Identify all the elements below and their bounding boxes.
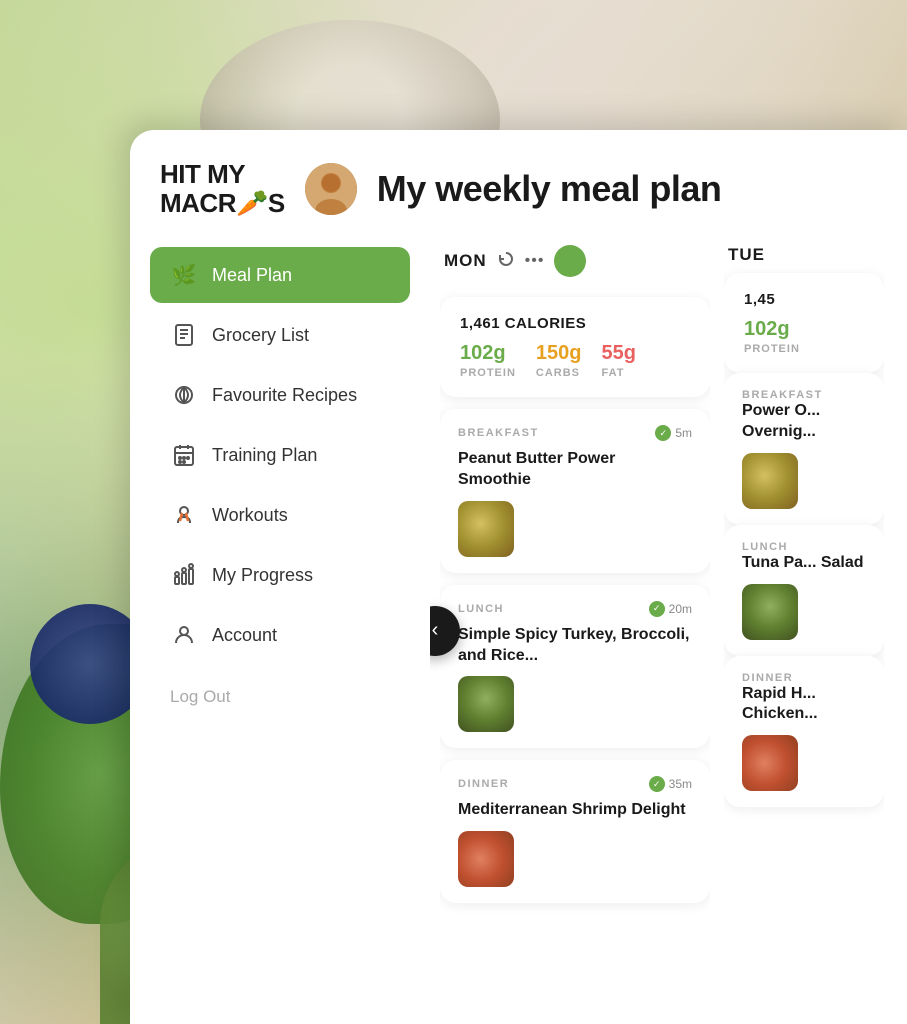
meal-type-dinner: DINNER	[458, 778, 509, 790]
partial-dinner-thumb	[742, 735, 798, 791]
sidebar-item-meal-plan[interactable]: 🌿 Meal Plan	[150, 247, 410, 303]
meal-card-lunch-mon[interactable]: LUNCH ✓ 20m Simple Spicy Turkey, Broccol…	[440, 585, 710, 749]
meal-type-lunch: LUNCH	[458, 603, 504, 615]
meal-name-lunch: Simple Spicy Turkey, Broccoli, and Rice.…	[458, 625, 692, 667]
sidebar-item-my-progress[interactable]: My Progress	[150, 547, 410, 603]
fat-value: 55g	[602, 342, 636, 365]
clock-icon: ✓	[655, 425, 671, 441]
sidebar-item-training-plan[interactable]: Training Plan	[150, 427, 410, 483]
sidebar-item-favourite-recipes[interactable]: Favourite Recipes	[150, 367, 410, 423]
protein-label: PROTEIN	[460, 367, 516, 379]
day-header-mon: MON •••	[440, 237, 710, 285]
meal-duration-dinner: 35m	[669, 777, 692, 791]
macros-card-tue: 1,45 102g PROTEIN	[724, 273, 884, 373]
partial-dinner-type: DINNER	[742, 672, 866, 684]
grocery-list-icon	[170, 321, 198, 349]
meal-plan-content: ‹ MON •••	[430, 237, 907, 1024]
carbs-label: CARBS	[536, 367, 582, 379]
clock-icon-dinner: ✓	[649, 776, 665, 792]
day-label-tue: TUE	[728, 245, 765, 265]
days-row: MON ••• 1,461 CALORIES	[440, 237, 897, 1014]
logo-carrot-icon: 🥕	[236, 189, 268, 218]
meal-plan-icon: 🌿	[170, 261, 198, 289]
my-progress-icon	[170, 561, 198, 589]
meal-card-dinner-mon[interactable]: DINNER ✓ 35m Mediterranean Shrimp Deligh…	[440, 760, 710, 903]
app-header: HIT MYMACR🥕S My weekly meal plan	[130, 130, 907, 237]
meal-thumbnail-dinner	[458, 831, 514, 887]
macros-row: 102g PROTEIN 150g CARBS 55g FAT	[460, 342, 690, 379]
meal-card-breakfast-mon[interactable]: BREAKFAST ✓ 5m Peanut Butter Power Smoot…	[440, 409, 710, 573]
sidebar-item-label: My Progress	[212, 565, 313, 586]
app-logo: HIT MYMACR🥕S	[160, 160, 285, 217]
sidebar-item-label: Workouts	[212, 505, 288, 526]
partial-meal-thumb	[742, 453, 798, 509]
meal-thumbnail-lunch	[458, 676, 514, 732]
sidebar-item-grocery-list[interactable]: Grocery List	[150, 307, 410, 363]
meal-time-breakfast: ✓ 5m	[655, 425, 692, 441]
calories-label: 1,461 CALORIES	[460, 315, 690, 332]
meal-thumbnail-breakfast	[458, 501, 514, 557]
carbs-value: 150g	[536, 342, 582, 365]
macros-card-mon: 1,461 CALORIES 102g PROTEIN 150g CARBS	[440, 297, 710, 397]
content-area: 🌿 Meal Plan Grocery List	[130, 237, 907, 1024]
sidebar-item-workouts[interactable]: Workouts	[150, 487, 410, 543]
fat-label: FAT	[602, 367, 636, 379]
macro-fat: 55g FAT	[602, 342, 636, 379]
meal-type-breakfast: BREAKFAST	[458, 427, 539, 439]
partial-meal-dinner-tue[interactable]: DINNER Rapid H... Chicken...	[724, 656, 884, 808]
partial-protein-label: PROTEIN	[744, 343, 864, 355]
favourite-recipes-icon	[170, 381, 198, 409]
training-plan-icon	[170, 441, 198, 469]
sidebar-item-label: Favourite Recipes	[212, 385, 357, 406]
user-avatar[interactable]	[305, 163, 357, 215]
meal-duration-breakfast: 5m	[675, 426, 692, 440]
clock-icon-lunch: ✓	[649, 601, 665, 617]
partial-meal-type: BREAKFAST	[742, 389, 866, 401]
refresh-icon[interactable]	[497, 250, 515, 273]
sidebar-item-account[interactable]: Account	[150, 607, 410, 663]
partial-lunch-name: Tuna Pa... Salad	[742, 553, 866, 574]
partial-meal-name: Power O... Overnig...	[742, 401, 866, 443]
app-panel: HIT MYMACR🥕S My weekly meal plan 🌿 Meal …	[130, 130, 907, 1024]
day-column-mon: MON ••• 1,461 CALORIES	[440, 237, 710, 1014]
day-column-tue: TUE 1,45 102g PROTEIN BREAKFAST Power O.…	[724, 237, 884, 1014]
partial-protein: 102g	[744, 318, 864, 341]
meal-name-dinner: Mediterranean Shrimp Delight	[458, 800, 692, 821]
protein-value: 102g	[460, 342, 516, 365]
sidebar-item-label: Meal Plan	[212, 265, 292, 286]
meal-time-lunch: ✓ 20m	[649, 601, 692, 617]
meal-duration-lunch: 20m	[669, 602, 692, 616]
account-icon	[170, 621, 198, 649]
meal-header-dinner: DINNER ✓ 35m	[458, 776, 692, 792]
partial-meal-breakfast-tue[interactable]: BREAKFAST Power O... Overnig...	[724, 373, 884, 525]
sidebar-item-label: Training Plan	[212, 445, 317, 466]
sidebar-item-label: Grocery List	[212, 325, 309, 346]
day-header-tue: TUE	[724, 237, 884, 273]
meal-name-breakfast: Peanut Butter Power Smoothie	[458, 449, 692, 491]
more-options-icon[interactable]: •••	[525, 252, 545, 270]
sidebar: 🌿 Meal Plan Grocery List	[130, 237, 430, 1024]
logout-button[interactable]: Log Out	[150, 677, 410, 717]
page-title: My weekly meal plan	[377, 168, 722, 210]
logout-label: Log Out	[170, 687, 231, 706]
partial-meal-lunch-tue[interactable]: LUNCH Tuna Pa... Salad	[724, 525, 884, 656]
partial-calories: 1,45	[744, 291, 864, 308]
day-label-mon: MON	[444, 251, 487, 271]
macro-carbs: 150g CARBS	[536, 342, 582, 379]
meal-header-lunch: LUNCH ✓ 20m	[458, 601, 692, 617]
meal-header-breakfast: BREAKFAST ✓ 5m	[458, 425, 692, 441]
sidebar-item-label: Account	[212, 625, 277, 646]
meal-time-dinner: ✓ 35m	[649, 776, 692, 792]
partial-lunch-type: LUNCH	[742, 541, 866, 553]
workouts-icon	[170, 501, 198, 529]
active-day-indicator	[554, 245, 586, 277]
partial-lunch-thumb	[742, 584, 798, 640]
macro-protein: 102g PROTEIN	[460, 342, 516, 379]
partial-dinner-name: Rapid H... Chicken...	[742, 684, 866, 726]
